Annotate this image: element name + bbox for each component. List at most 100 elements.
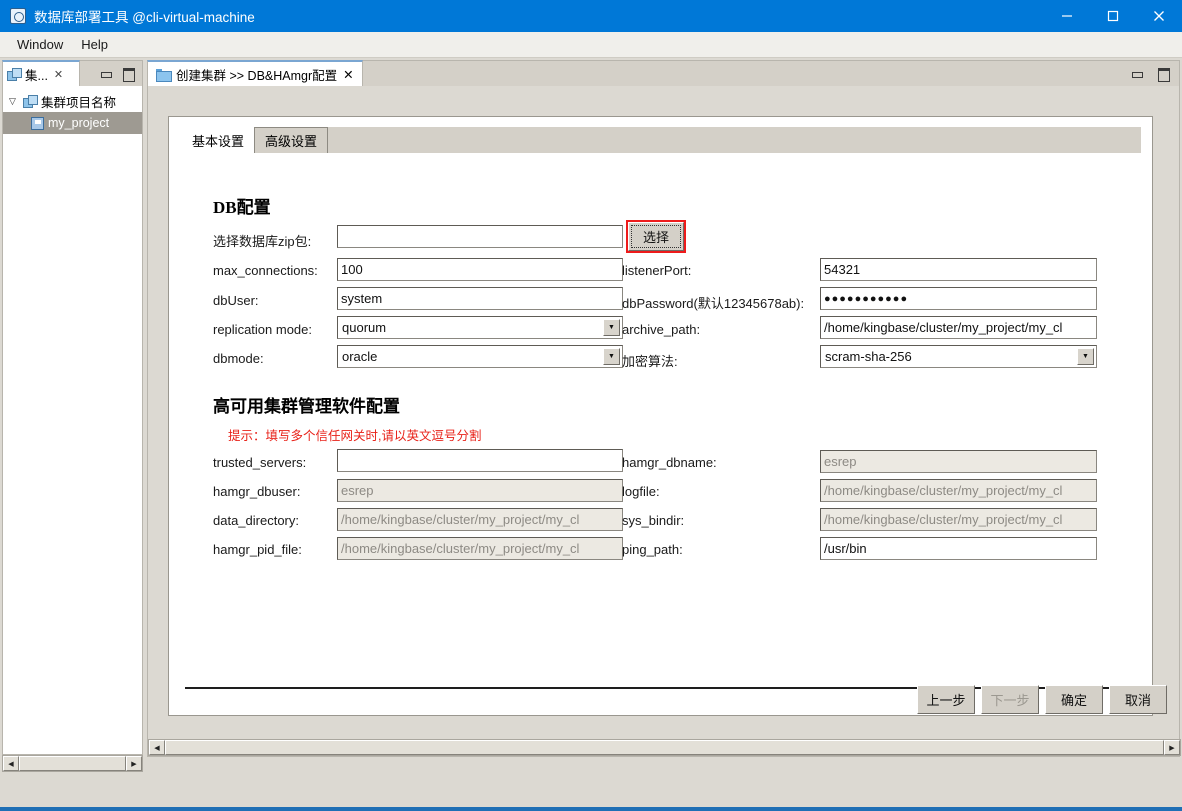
close-icon[interactable]: ✕ bbox=[343, 67, 353, 82]
app-icon bbox=[10, 8, 26, 24]
scroll-thumb[interactable] bbox=[19, 756, 126, 771]
config-form-card: 基本设置 高级设置 DB配置 选择数据库zip包: 选择 max_connect… bbox=[168, 116, 1153, 716]
folder-icon bbox=[156, 68, 172, 82]
tree-item-my-project[interactable]: my_project bbox=[3, 112, 142, 134]
editor-pane: 创建集群 >> DB&HAmgr配置 ✕ 基本设置 高级设置 DB配置 选择数据… bbox=[147, 60, 1181, 775]
archive-path-label: archive_path: bbox=[622, 322, 701, 337]
prev-step-label: 上一步 bbox=[926, 693, 966, 708]
menu-bar: Window Help bbox=[0, 32, 1182, 58]
minimize-button[interactable] bbox=[1044, 0, 1090, 32]
tab-cluster-view[interactable]: 集... ✕ bbox=[2, 60, 80, 86]
zip-input[interactable] bbox=[337, 225, 623, 248]
close-button[interactable] bbox=[1136, 0, 1182, 32]
zip-label: 选择数据库zip包: bbox=[213, 234, 312, 249]
application-window: 数据库部署工具 @cli-virtual-machine Window Help… bbox=[0, 0, 1182, 811]
dbmode-value: oracle bbox=[342, 349, 378, 364]
tab-cluster-view-label: 集... bbox=[25, 68, 48, 83]
scroll-right-icon[interactable]: ▶ bbox=[126, 756, 142, 771]
tree-root-label: 集群项目名称 bbox=[41, 95, 117, 110]
hamgr-pid-file-input: /home/kingbase/cluster/my_project/my_cl bbox=[337, 537, 623, 560]
chevron-down-icon[interactable]: ▼ bbox=[1077, 348, 1094, 365]
status-bar bbox=[0, 781, 1182, 807]
tree-item-label: my_project bbox=[48, 116, 110, 130]
cancel-button[interactable]: 取消 bbox=[1109, 685, 1167, 714]
maximize-icon[interactable] bbox=[1157, 68, 1170, 82]
hamgr-dbuser-label: hamgr_dbuser: bbox=[213, 484, 301, 499]
project-tree[interactable]: ▽ 集群项目名称 my_project bbox=[2, 86, 143, 755]
dbpassword-input[interactable]: ●●●●●●●●●●● bbox=[820, 287, 1097, 310]
dbmode-select[interactable]: oracle ▼ bbox=[337, 345, 623, 368]
hamgr-dbuser-input: esrep bbox=[337, 479, 623, 502]
scroll-track[interactable] bbox=[165, 740, 1164, 755]
dbmode-label: dbmode: bbox=[213, 351, 264, 366]
scroll-right-icon[interactable]: ▶ bbox=[1164, 740, 1180, 755]
hamgr-pid-file-label: hamgr_pid_file: bbox=[213, 542, 302, 557]
cluster-view-buttons bbox=[80, 60, 143, 86]
menu-item-window[interactable]: Window bbox=[8, 34, 72, 55]
ping-path-input[interactable]: /usr/bin bbox=[820, 537, 1097, 560]
cluster-icon bbox=[23, 94, 38, 108]
title-bar: 数据库部署工具 @cli-virtual-machine bbox=[0, 0, 1182, 32]
ha-hint-text: 提示：填写多个信任网关时,请以英文逗号分割 bbox=[228, 429, 482, 443]
tab-create-cluster[interactable]: 创建集群 >> DB&HAmgr配置 ✕ bbox=[147, 60, 363, 86]
editor-tabrow: 创建集群 >> DB&HAmgr配置 ✕ bbox=[147, 60, 1180, 86]
close-icon[interactable]: ✕ bbox=[54, 68, 63, 81]
sys-bindir-label: sys_bindir: bbox=[622, 513, 685, 528]
left-horizontal-scrollbar[interactable]: ◀ ▶ bbox=[2, 755, 143, 772]
maximize-button[interactable] bbox=[1090, 0, 1136, 32]
tab-basic-settings[interactable]: 基本设置 bbox=[181, 127, 256, 153]
cancel-label: 取消 bbox=[1124, 693, 1151, 708]
max-connections-label: max_connections: bbox=[213, 263, 318, 278]
editor-horizontal-scrollbar[interactable]: ◀ ▶ bbox=[148, 739, 1181, 756]
window-controls bbox=[1044, 0, 1182, 32]
listener-port-label: listenerPort: bbox=[622, 263, 692, 278]
hamgr-dbname-input: esrep bbox=[820, 450, 1097, 473]
scroll-left-icon[interactable]: ◀ bbox=[3, 756, 19, 771]
tab-basic-settings-label: 基本设置 bbox=[192, 134, 245, 149]
confirm-button[interactable]: 确定 bbox=[1045, 685, 1103, 714]
prev-step-button[interactable]: 上一步 bbox=[917, 685, 975, 714]
pick-zip-button[interactable]: 选择 bbox=[626, 220, 686, 253]
encrypt-value: scram-sha-256 bbox=[825, 349, 912, 364]
hamgr-dbname-label: hamgr_dbname: bbox=[622, 455, 717, 470]
window-title: 数据库部署工具 @cli-virtual-machine bbox=[34, 10, 255, 25]
encrypt-select[interactable]: scram-sha-256 ▼ bbox=[820, 345, 1097, 368]
confirm-label: 确定 bbox=[1060, 693, 1087, 708]
focus-ring bbox=[631, 225, 681, 248]
data-directory-label: data_directory: bbox=[213, 513, 299, 528]
chevron-down-icon[interactable]: ▼ bbox=[603, 348, 620, 365]
scroll-track[interactable] bbox=[19, 756, 126, 771]
project-icon bbox=[31, 116, 44, 130]
chevron-down-icon[interactable]: ▽ bbox=[9, 96, 19, 106]
tab-advanced-settings[interactable]: 高级设置 bbox=[254, 127, 329, 153]
tree-root-node[interactable]: ▽ 集群项目名称 bbox=[3, 90, 142, 112]
maximize-icon[interactable] bbox=[122, 68, 135, 82]
dbuser-input[interactable]: system bbox=[337, 287, 623, 310]
tab-advanced-settings-label: 高级设置 bbox=[265, 134, 318, 149]
replication-mode-value: quorum bbox=[342, 320, 387, 335]
max-connections-input[interactable]: 100 bbox=[337, 258, 623, 281]
cluster-view-tabrow: 集... ✕ bbox=[2, 60, 143, 86]
logfile-label: logfile: bbox=[622, 484, 660, 499]
ping-path-label: ping_path: bbox=[622, 542, 683, 557]
trusted-servers-input[interactable] bbox=[337, 449, 623, 472]
scroll-left-icon[interactable]: ◀ bbox=[149, 740, 165, 755]
chevron-down-icon[interactable]: ▼ bbox=[603, 319, 620, 336]
archive-path-input[interactable]: /home/kingbase/cluster/my_project/my_cl bbox=[820, 316, 1097, 339]
dbuser-label: dbUser: bbox=[213, 293, 259, 308]
minimize-icon[interactable] bbox=[100, 68, 112, 79]
next-step-label: 下一步 bbox=[990, 693, 1030, 708]
menu-item-help[interactable]: Help bbox=[72, 34, 117, 55]
dbpassword-label: dbPassword(默认12345678ab): bbox=[622, 296, 805, 311]
dialog-button-row: 上一步 下一步 确定 取消 bbox=[917, 685, 1167, 714]
db-section-title: DB配置 bbox=[213, 198, 271, 217]
editor-buttons bbox=[362, 60, 1180, 86]
listener-port-input[interactable]: 54321 bbox=[820, 258, 1097, 281]
scroll-thumb[interactable] bbox=[165, 740, 1164, 755]
replication-mode-select[interactable]: quorum ▼ bbox=[337, 316, 623, 339]
data-directory-input: /home/kingbase/cluster/my_project/my_cl bbox=[337, 508, 623, 531]
encrypt-label: 加密算法: bbox=[622, 354, 678, 369]
sys-bindir-input: /home/kingbase/cluster/my_project/my_cl bbox=[820, 508, 1097, 531]
minimize-icon[interactable] bbox=[1131, 68, 1143, 79]
logfile-input: /home/kingbase/cluster/my_project/my_cl bbox=[820, 479, 1097, 502]
